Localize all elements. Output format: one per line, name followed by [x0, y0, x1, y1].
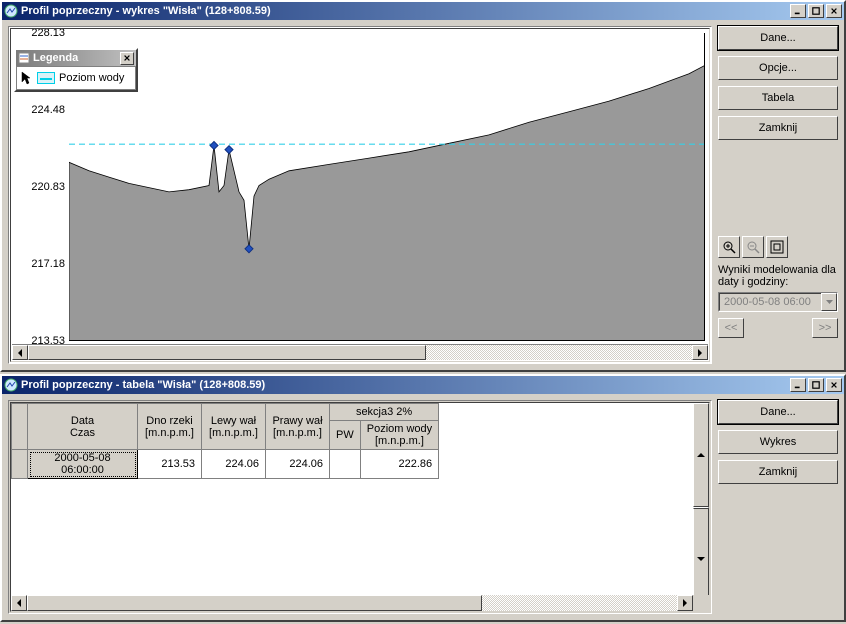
wykres-button[interactable]: Wykres — [718, 430, 838, 454]
chart-side-panel: Dane... Opcje... Tabela Zamknij Wyniki m… — [718, 26, 838, 338]
table-window-titlebar[interactable]: Profil poprzeczny - tabela "Wisła" (128+… — [2, 376, 844, 394]
legend-body: Poziom wody — [16, 66, 136, 90]
scroll-right-button[interactable] — [692, 345, 708, 360]
col-lewy[interactable]: Lewy wał [m.n.p.m.] — [202, 404, 266, 450]
zamknij-button[interactable]: Zamknij — [718, 460, 838, 484]
zoom-out-button[interactable] — [742, 236, 764, 258]
data-table[interactable]: Data Czas Dno rzeki [m.n.p.m.] Lewy wał … — [11, 403, 439, 479]
pointer-icon[interactable] — [21, 71, 33, 85]
col-data-czas[interactable]: Data Czas — [28, 404, 138, 450]
zoom-in-button[interactable] — [718, 236, 740, 258]
scroll-thumb[interactable] — [27, 595, 482, 611]
minimize-button[interactable] — [790, 378, 806, 392]
table-row[interactable]: 2000-05-08 06:00:00 213.53 224.06 224.06… — [12, 450, 439, 479]
nav-next-button[interactable]: >> — [812, 318, 838, 338]
close-button[interactable] — [826, 4, 842, 18]
legend-close-button[interactable] — [120, 52, 134, 65]
legend-window[interactable]: Legenda Poziom wody — [14, 48, 138, 92]
y-tick-label: 228.13 — [21, 28, 65, 39]
zamknij-button[interactable]: Zamknij — [718, 116, 838, 140]
combo-dropdown-button[interactable] — [821, 293, 837, 311]
cell-dno: 213.53 — [138, 450, 202, 479]
table-side-panel: Dane... Wykres Zamknij — [718, 400, 838, 490]
tabela-button[interactable]: Tabela — [718, 86, 838, 110]
app-icon — [4, 4, 18, 18]
nav-prev-button[interactable]: << — [718, 318, 744, 338]
cell-poziom: 222.86 — [360, 450, 438, 479]
table-v-scrollbar[interactable] — [693, 403, 709, 611]
opcje-button[interactable]: Opcje... — [718, 56, 838, 80]
scroll-thumb[interactable] — [693, 507, 709, 509]
y-tick-label: 220.83 — [21, 181, 65, 193]
scroll-left-button[interactable] — [12, 345, 28, 360]
legend-title: Legenda — [33, 52, 120, 64]
col-poziom[interactable]: Poziom wody [m.n.p.m.] — [360, 421, 438, 450]
datetime-combo[interactable]: 2000-05-08 06:00 — [718, 292, 838, 312]
results-label: Wyniki modelowania dla daty i godziny: — [718, 264, 838, 288]
legend-icon — [18, 52, 30, 64]
legend-item-label: Poziom wody — [59, 72, 124, 84]
y-tick-label: 217.18 — [21, 258, 65, 270]
scroll-up-button[interactable] — [693, 403, 709, 507]
col-pw[interactable]: PW — [330, 421, 361, 450]
datetime-value: 2000-05-08 06:00 — [719, 293, 821, 311]
cell-lewy: 224.06 — [202, 450, 266, 479]
dane-button[interactable]: Dane... — [718, 26, 838, 50]
col-dno[interactable]: Dno rzeki [m.n.p.m.] — [138, 404, 202, 450]
chart-window: Profil poprzeczny - wykres "Wisła" (128+… — [0, 0, 846, 372]
chart-window-title: Profil poprzeczny - wykres "Wisła" (128+… — [21, 5, 788, 17]
close-button[interactable] — [826, 378, 842, 392]
chart-window-titlebar[interactable]: Profil poprzeczny - wykres "Wisła" (128+… — [2, 2, 844, 20]
legend-swatch — [37, 72, 55, 84]
cell-pw — [330, 450, 361, 479]
y-tick-label: 224.48 — [21, 104, 65, 116]
maximize-button[interactable] — [808, 4, 824, 18]
col-prawy[interactable]: Prawy wał [m.n.p.m.] — [266, 404, 330, 450]
cell-datetime[interactable]: 2000-05-08 06:00:00 — [28, 450, 138, 479]
col-sekcja[interactable]: sekcja3 2% — [330, 404, 439, 421]
chart-plot[interactable] — [69, 33, 705, 341]
dane-button[interactable]: Dane... — [718, 400, 838, 424]
app-icon — [4, 378, 18, 392]
scroll-left-button[interactable] — [11, 595, 27, 611]
scroll-thumb[interactable] — [28, 345, 426, 360]
cell-prawy: 224.06 — [266, 450, 330, 479]
table-panel: Data Czas Dno rzeki [m.n.p.m.] Lewy wał … — [8, 400, 712, 614]
scroll-right-button[interactable] — [677, 595, 693, 611]
table-window: Profil poprzeczny - tabela "Wisła" (128+… — [0, 374, 846, 622]
table-window-title: Profil poprzeczny - tabela "Wisła" (128+… — [21, 379, 788, 391]
table-h-scrollbar[interactable] — [11, 595, 693, 611]
chart-h-scrollbar[interactable] — [12, 344, 708, 360]
minimize-button[interactable] — [790, 4, 806, 18]
zoom-fit-button[interactable] — [766, 236, 788, 258]
maximize-button[interactable] — [808, 378, 824, 392]
